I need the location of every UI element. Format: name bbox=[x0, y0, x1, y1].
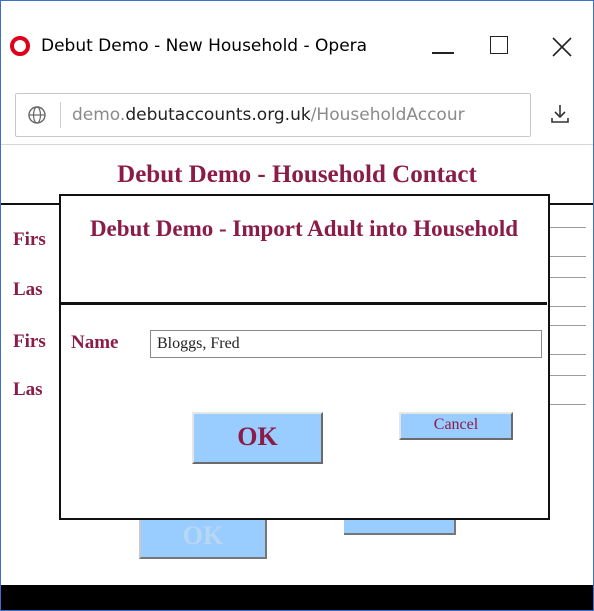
url-domain: debutaccounts.org.uk bbox=[125, 105, 311, 125]
title-bar: Debut Demo - New Household - Opera bbox=[1, 1, 593, 91]
first-name-label: Firs bbox=[13, 229, 46, 250]
globe-icon[interactable] bbox=[27, 105, 47, 130]
minimize-icon[interactable] bbox=[426, 26, 466, 66]
name-input[interactable] bbox=[150, 330, 542, 358]
url-prefix: demo. bbox=[72, 105, 126, 125]
dialog-divider bbox=[61, 302, 547, 305]
import-adult-dialog: Debut Demo - Import Adult into Household… bbox=[59, 194, 550, 520]
page-title: Debut Demo - Household Contact bbox=[117, 161, 477, 188]
download-icon[interactable] bbox=[548, 102, 572, 126]
name-label: Name bbox=[71, 332, 119, 353]
dialog-title: Debut Demo - Import Adult into Household bbox=[89, 216, 519, 241]
last-name-label-2: Las bbox=[13, 379, 43, 400]
url-text[interactable]: demo.debutaccounts.org.uk/HouseholdAccou… bbox=[72, 105, 465, 125]
ok-button[interactable]: OK bbox=[192, 412, 323, 464]
first-name-input-2[interactable] bbox=[549, 325, 586, 355]
bottom-bar bbox=[1, 585, 593, 610]
cancel-button[interactable]: Cancel bbox=[399, 412, 513, 440]
address-bar[interactable]: demo.debutaccounts.org.uk/HouseholdAccou… bbox=[15, 93, 531, 137]
address-separator bbox=[60, 102, 61, 128]
opera-logo-icon bbox=[10, 36, 30, 56]
last-name-input-2[interactable] bbox=[549, 375, 586, 405]
first-name-input[interactable] bbox=[549, 227, 586, 257]
url-path: /HouseholdAccour bbox=[310, 105, 465, 125]
maximize-icon[interactable] bbox=[482, 26, 522, 66]
window-title: Debut Demo - New Household - Opera bbox=[41, 36, 368, 56]
close-icon[interactable] bbox=[541, 26, 581, 66]
first-name-label-2: Firs bbox=[13, 331, 46, 352]
background-ok-button[interactable]: OK bbox=[139, 515, 267, 559]
browser-window: Debut Demo - New Household - Opera demo.… bbox=[0, 0, 594, 611]
last-name-label: Las bbox=[13, 279, 43, 300]
last-name-input[interactable] bbox=[549, 277, 586, 307]
